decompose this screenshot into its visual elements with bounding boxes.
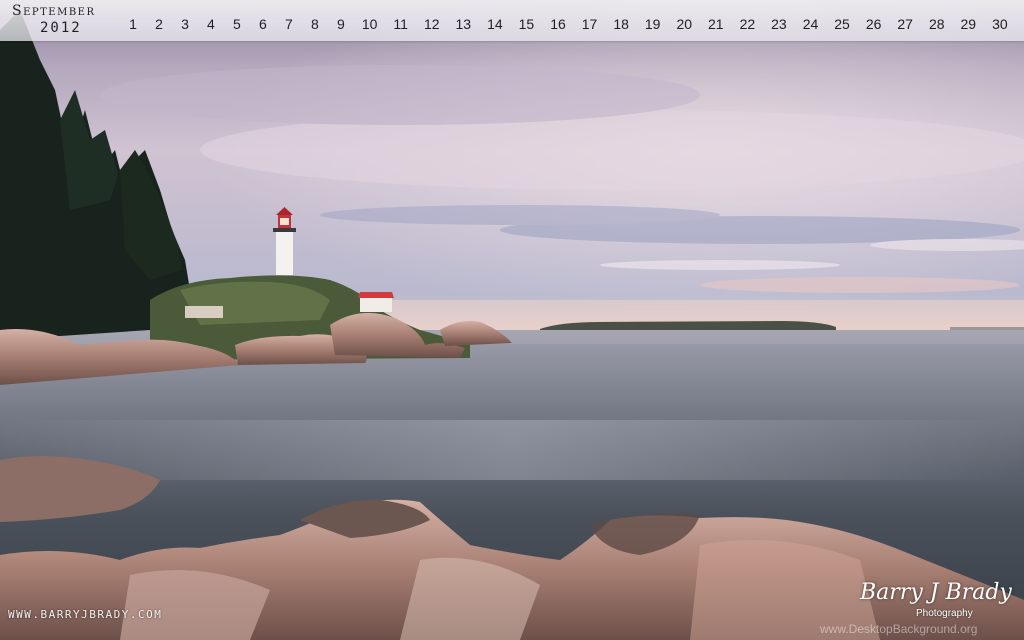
keeper-house [358, 292, 394, 312]
calendar-day: 4 [207, 16, 215, 32]
calendar-day: 12 [423, 16, 440, 32]
calendar-day: 15 [518, 16, 535, 32]
calendar-day: 30 [992, 16, 1008, 32]
calendar-day: 28 [928, 16, 945, 32]
calendar-day: 5 [233, 16, 241, 32]
calendar-day: 6 [259, 16, 267, 32]
calendar-day: 18 [613, 16, 629, 32]
calendar-day: 24 [802, 16, 819, 32]
calendar-day: 13 [455, 16, 472, 32]
calendar-days: 1 2 3 4 5 6 7 8 9 10 11 12 13 14 15 16 17 18 19 20 21 22 23 24 2… [128, 14, 1008, 34]
calendar-day: 21 [708, 16, 724, 32]
calendar-day: 20 [676, 16, 693, 32]
calendar-day: 7 [285, 16, 293, 32]
calendar-day: 2 [155, 16, 163, 32]
landscape-photo [0, 0, 1024, 640]
calendar-day: 11 [393, 16, 408, 32]
signature-sub: Photography [916, 608, 973, 619]
distant-island [540, 321, 836, 331]
website-link: WWW.BARRYJBRADY.COM [8, 608, 163, 621]
calendar-day: 26 [865, 16, 882, 32]
signature-name: Barry J Brady [860, 580, 1012, 605]
calendar-day: 29 [960, 16, 977, 32]
calendar-day: 9 [336, 16, 345, 32]
calendar-day: 19 [644, 16, 661, 32]
calendar-day: 17 [581, 16, 598, 32]
calendar-day: 10 [361, 16, 378, 32]
calendar-day: 23 [771, 16, 787, 32]
calendar-day: 16 [550, 16, 566, 32]
calendar-day: 25 [834, 16, 850, 32]
watermark: www.DesktopBackground.org [820, 622, 978, 636]
calendar-year: 2012 [40, 20, 82, 36]
calendar-day: 8 [310, 16, 319, 32]
calendar-day: 14 [487, 16, 503, 32]
calendar-day: 22 [739, 16, 756, 32]
calendar-bar: September 2012 1 2 3 4 5 6 7 8 9 10 11 12 13 14 15 16 17… [0, 0, 1024, 41]
calendar-day: 3 [181, 16, 189, 32]
calendar-month: September [12, 3, 96, 19]
calendar-day: 1 [129, 16, 137, 32]
calendar-day: 27 [897, 16, 913, 32]
